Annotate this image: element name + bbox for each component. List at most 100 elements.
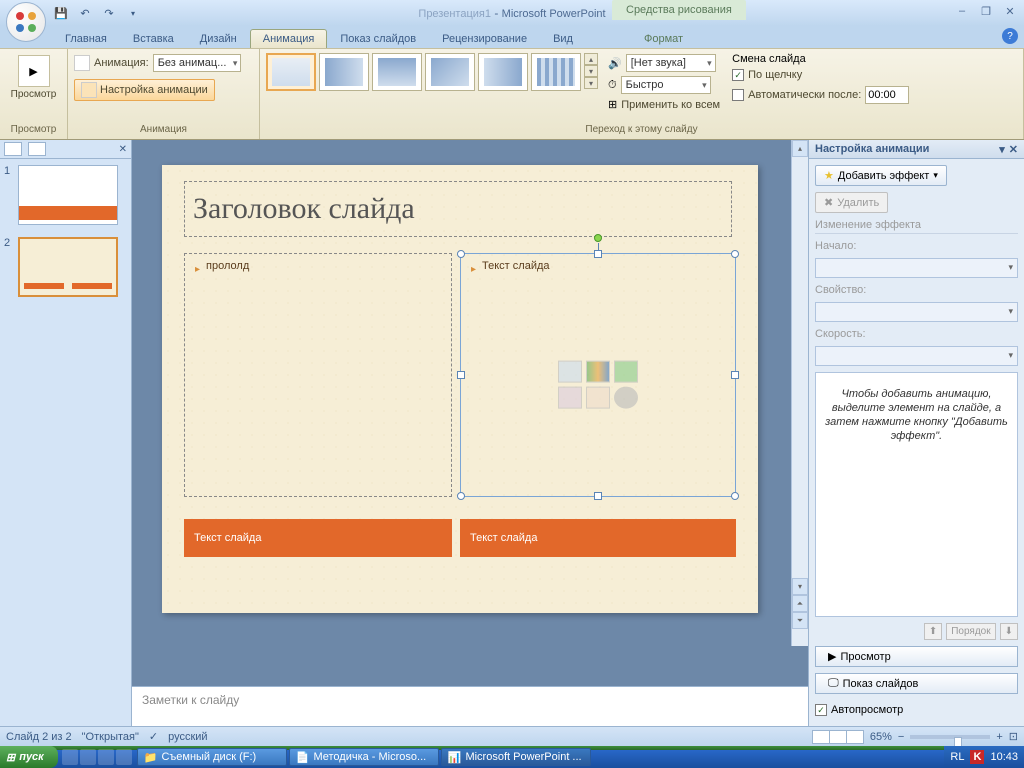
taskbar-item[interactable]: 📄Методичка - Microso... <box>289 748 439 766</box>
notes-pane[interactable]: Заметки к слайду <box>132 686 808 726</box>
insert-chart-icon[interactable] <box>586 361 610 383</box>
content-placeholder-br[interactable]: Текст слайда <box>460 519 736 557</box>
auto-after-time[interactable]: 00:00 <box>865 86 909 104</box>
animate-combo[interactable]: Без анимац... <box>153 54 242 72</box>
slideshow-button[interactable]: 🖵Показ слайдов <box>815 673 1018 694</box>
transition-option[interactable] <box>531 53 581 91</box>
undo-icon[interactable]: ↶ <box>76 4 94 22</box>
prev-slide-icon[interactable]: ⏶ <box>792 595 808 612</box>
property-combo[interactable] <box>815 302 1018 322</box>
zoom-slider[interactable] <box>910 735 990 739</box>
pane-close-icon[interactable]: ✕ <box>1009 143 1018 156</box>
zoom-value[interactable]: 65% <box>870 731 892 743</box>
resize-handle[interactable] <box>594 492 602 500</box>
transition-none[interactable] <box>266 53 316 91</box>
tab-slideshow[interactable]: Показ слайдов <box>327 29 429 48</box>
slide-canvas[interactable]: Заголовок слайда ▸ прололд <box>162 165 758 613</box>
resize-handle[interactable] <box>457 250 465 258</box>
scroll-down-icon[interactable]: ▾ <box>792 578 808 595</box>
on-click-checkbox[interactable]: ✓ <box>732 69 744 81</box>
insert-table-icon[interactable] <box>558 361 582 383</box>
minimize-button[interactable]: – <box>952 3 972 19</box>
help-icon[interactable]: ? <box>1002 28 1018 44</box>
insert-clipart-icon[interactable] <box>586 387 610 409</box>
language-status[interactable]: русский <box>168 731 207 743</box>
tray-kaspersky-icon[interactable]: K <box>970 750 984 764</box>
animation-list-hint: Чтобы добавить анимацию, выделите элемен… <box>815 372 1018 617</box>
tab-home[interactable]: Главная <box>52 29 120 48</box>
transition-option[interactable] <box>478 53 528 91</box>
play-button[interactable]: ▶Просмотр <box>815 646 1018 667</box>
sound-combo[interactable]: [Нет звука] <box>626 54 716 72</box>
auto-after-checkbox[interactable] <box>732 89 744 101</box>
rotate-handle[interactable] <box>594 234 602 242</box>
content-placeholder-bl[interactable]: Текст слайда <box>184 519 452 557</box>
tab-design[interactable]: Дизайн <box>187 29 250 48</box>
resize-handle[interactable] <box>594 250 602 258</box>
content-placeholder-tl[interactable]: ▸ прололд <box>184 253 452 497</box>
save-icon[interactable]: 💾 <box>52 4 70 22</box>
gallery-up-icon[interactable]: ▴ <box>584 53 598 65</box>
resize-handle[interactable] <box>731 371 739 379</box>
pane-menu-icon[interactable]: ▾ <box>999 143 1005 156</box>
start-combo[interactable] <box>815 258 1018 278</box>
custom-animation-button[interactable]: Настройка анимации <box>74 79 215 101</box>
outline-tab-icon[interactable] <box>28 142 46 156</box>
transition-option[interactable] <box>372 53 422 91</box>
resize-handle[interactable] <box>457 492 465 500</box>
quicklaunch-icon[interactable] <box>116 749 132 765</box>
insert-picture-icon[interactable] <box>558 387 582 409</box>
tab-format[interactable]: Формат <box>631 29 696 48</box>
sorter-view-icon[interactable] <box>829 730 847 744</box>
apply-all-button[interactable]: ⊞Применить ко всем <box>608 97 720 112</box>
start-button[interactable]: ⊞ пуск <box>0 746 58 768</box>
autopreview-checkbox[interactable]: ✓ <box>815 704 827 716</box>
slideshow-view-icon[interactable] <box>846 730 864 744</box>
quicklaunch-icon[interactable] <box>62 749 78 765</box>
slide-thumbnail-1[interactable]: 1 <box>4 165 127 225</box>
resize-handle[interactable] <box>731 250 739 258</box>
tab-animation[interactable]: Анимация <box>250 29 328 48</box>
office-button[interactable] <box>6 2 46 42</box>
resize-handle[interactable] <box>731 492 739 500</box>
gallery-more-icon[interactable]: ▾ <box>584 77 598 89</box>
autopreview-label: Автопросмотр <box>831 704 903 716</box>
speed-combo[interactable]: Быстро <box>621 76 711 94</box>
transition-option[interactable] <box>319 53 369 91</box>
group-preview-label: Просмотр <box>4 122 63 137</box>
transition-option[interactable] <box>425 53 475 91</box>
tab-view[interactable]: Вид <box>540 29 586 48</box>
quicklaunch-icon[interactable] <box>98 749 114 765</box>
tab-insert[interactable]: Вставка <box>120 29 187 48</box>
slides-tab-icon[interactable] <box>4 142 22 156</box>
resize-handle[interactable] <box>457 371 465 379</box>
spell-check-icon[interactable]: ✓ <box>149 730 158 743</box>
gallery-down-icon[interactable]: ▾ <box>584 65 598 77</box>
next-slide-icon[interactable]: ⏷ <box>792 612 808 629</box>
normal-view-icon[interactable] <box>812 730 830 744</box>
taskbar-item[interactable]: 📊Microsoft PowerPoint ... <box>441 748 591 766</box>
thumbnails-close-icon[interactable]: ✕ <box>119 144 127 155</box>
title-placeholder[interactable]: Заголовок слайда <box>184 181 732 237</box>
slide-thumbnail-2[interactable]: 2 <box>4 237 127 297</box>
tab-review[interactable]: Рецензирование <box>429 29 540 48</box>
quicklaunch-icon[interactable] <box>80 749 96 765</box>
zoom-in-icon[interactable]: + <box>996 731 1002 743</box>
close-button[interactable]: ✕ <box>1000 3 1020 19</box>
restore-button[interactable]: ❐ <box>976 3 996 19</box>
qat-dropdown-icon[interactable]: ▾ <box>124 4 142 22</box>
scroll-up-icon[interactable]: ▴ <box>792 140 808 157</box>
insert-smartart-icon[interactable] <box>614 361 638 383</box>
vertical-scrollbar[interactable]: ▴ ▾ ⏶⏷ <box>791 140 808 646</box>
fit-window-icon[interactable]: ⊡ <box>1009 730 1018 743</box>
add-effect-button[interactable]: ★ Добавить эффект ▾ <box>815 165 947 186</box>
taskbar-item[interactable]: 📁Съемный диск (F:) <box>137 748 287 766</box>
redo-icon[interactable]: ↷ <box>100 4 118 22</box>
speed-combo[interactable] <box>815 346 1018 366</box>
preview-button[interactable]: ▶ Просмотр <box>7 53 61 102</box>
zoom-out-icon[interactable]: − <box>898 731 904 743</box>
content-placeholder-tr-selected[interactable]: ▸ Текст слайда <box>460 253 736 497</box>
tray-lang[interactable]: RL <box>950 751 964 763</box>
insert-media-icon[interactable] <box>614 387 638 409</box>
speed-label: Скорость: <box>815 328 1018 340</box>
